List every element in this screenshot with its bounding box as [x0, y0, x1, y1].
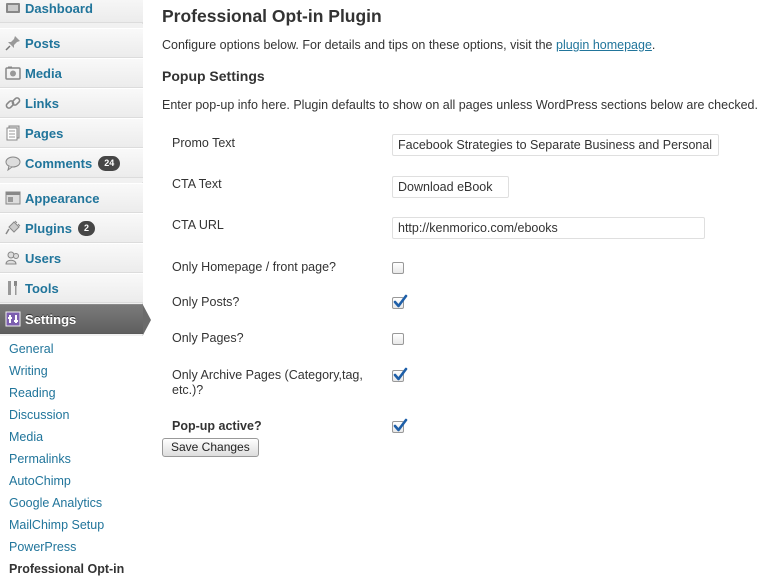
submenu-professional-opt-in[interactable]: Professional Opt-in: [9, 562, 124, 576]
only-posts-label: Only Posts?: [172, 295, 240, 309]
menu-label: Plugins: [25, 220, 72, 236]
menu-links[interactable]: Links: [0, 88, 143, 118]
menu-appearance[interactable]: Appearance: [0, 183, 143, 213]
menu-users[interactable]: Users: [0, 243, 143, 273]
cta-url-label: CTA URL: [172, 218, 224, 232]
menu-plugins[interactable]: Plugins 2: [0, 213, 143, 243]
menu-label: Dashboard: [25, 0, 93, 16]
menu-label: Settings: [25, 311, 77, 327]
menu-label: Comments: [25, 155, 93, 171]
section-title: Popup Settings: [162, 68, 265, 84]
submenu-media[interactable]: Media: [9, 430, 43, 444]
plugins-update-badge: 2: [77, 220, 95, 236]
intro-text: Configure options below. For details and…: [162, 38, 553, 52]
menu-tools[interactable]: Tools: [0, 273, 143, 303]
menu-comments[interactable]: Comments 24: [0, 148, 143, 178]
submenu-mailchimp-setup[interactable]: MailChimp Setup: [9, 518, 104, 532]
dashboard-icon: [5, 0, 21, 16]
only-homepage-label: Only Homepage / front page?: [172, 260, 336, 274]
menu-label: Posts: [25, 35, 61, 51]
checkmark-icon: [393, 294, 408, 308]
submenu-discussion[interactable]: Discussion: [9, 408, 69, 422]
menu-label: Pages: [25, 125, 64, 141]
cta-text-label: CTA Text: [172, 177, 222, 191]
submenu-google-analytics[interactable]: Google Analytics: [9, 496, 102, 510]
only-pages-label: Only Pages?: [172, 331, 244, 345]
appearance-icon: [5, 190, 21, 206]
media-icon: [5, 65, 21, 81]
menu-label: Appearance: [25, 190, 100, 206]
submenu-permalinks[interactable]: Permalinks: [9, 452, 71, 466]
comments-count-badge: 24: [98, 155, 121, 171]
menu-posts[interactable]: Posts: [0, 28, 143, 58]
page-title: Professional Opt-in Plugin: [162, 6, 382, 26]
settings-submenu: General Writing Reading Discussion Media…: [0, 336, 143, 583]
only-posts-checkbox[interactable]: [392, 294, 408, 309]
only-archive-label-line2: etc.)?: [172, 383, 204, 397]
promo-text-label: Promo Text: [172, 136, 235, 150]
submenu-reading[interactable]: Reading: [9, 386, 56, 400]
settings-icon: [5, 311, 21, 327]
submenu-general[interactable]: General: [9, 342, 53, 356]
users-icon: [5, 250, 21, 266]
popup-active-checkbox[interactable]: [392, 418, 408, 433]
menu-label: Tools: [25, 280, 59, 296]
promo-text-input[interactable]: [392, 134, 719, 156]
menu-label: Media: [25, 65, 62, 81]
save-changes-button[interactable]: Save Changes: [162, 438, 259, 457]
only-archive-label-line1: Only Archive Pages (Category,tag,: [172, 368, 363, 382]
tools-icon: [5, 280, 21, 296]
submenu-writing[interactable]: Writing: [9, 364, 48, 378]
menu-label: Users: [25, 250, 62, 266]
intro-end: .: [651, 38, 656, 52]
plugin-icon: [5, 220, 21, 236]
menu-label: Links: [25, 95, 59, 111]
menu-dashboard[interactable]: Dashboard: [0, 0, 143, 23]
menu-pages[interactable]: Pages: [0, 118, 143, 148]
pin-icon: [5, 35, 21, 51]
plugin-homepage-link[interactable]: plugin homepage: [556, 38, 652, 52]
cta-url-input[interactable]: [392, 217, 705, 239]
cta-text-input[interactable]: [392, 176, 509, 198]
popup-active-label: Pop-up active?: [172, 419, 262, 433]
only-homepage-checkbox[interactable]: [392, 262, 404, 274]
menu-separator: [0, 178, 143, 182]
checkmark-icon: [393, 418, 408, 432]
submenu-powerpress[interactable]: PowerPress: [9, 540, 76, 554]
admin-sidebar: Dashboard Posts Media Links Pages Commen…: [0, 0, 151, 583]
menu-media[interactable]: Media: [0, 58, 143, 88]
only-archive-checkbox[interactable]: [392, 367, 408, 382]
section-description: Enter pop-up info here. Plugin defaults …: [162, 98, 758, 112]
page-intro: Configure options below. For details and…: [162, 38, 655, 52]
pages-icon: [5, 125, 21, 141]
checkmark-icon: [393, 367, 408, 381]
menu-settings[interactable]: Settings: [0, 304, 151, 335]
only-pages-checkbox[interactable]: [392, 333, 404, 345]
submenu-autochimp[interactable]: AutoChimp: [9, 474, 71, 488]
comment-icon: [5, 155, 21, 171]
link-icon: [5, 95, 21, 111]
